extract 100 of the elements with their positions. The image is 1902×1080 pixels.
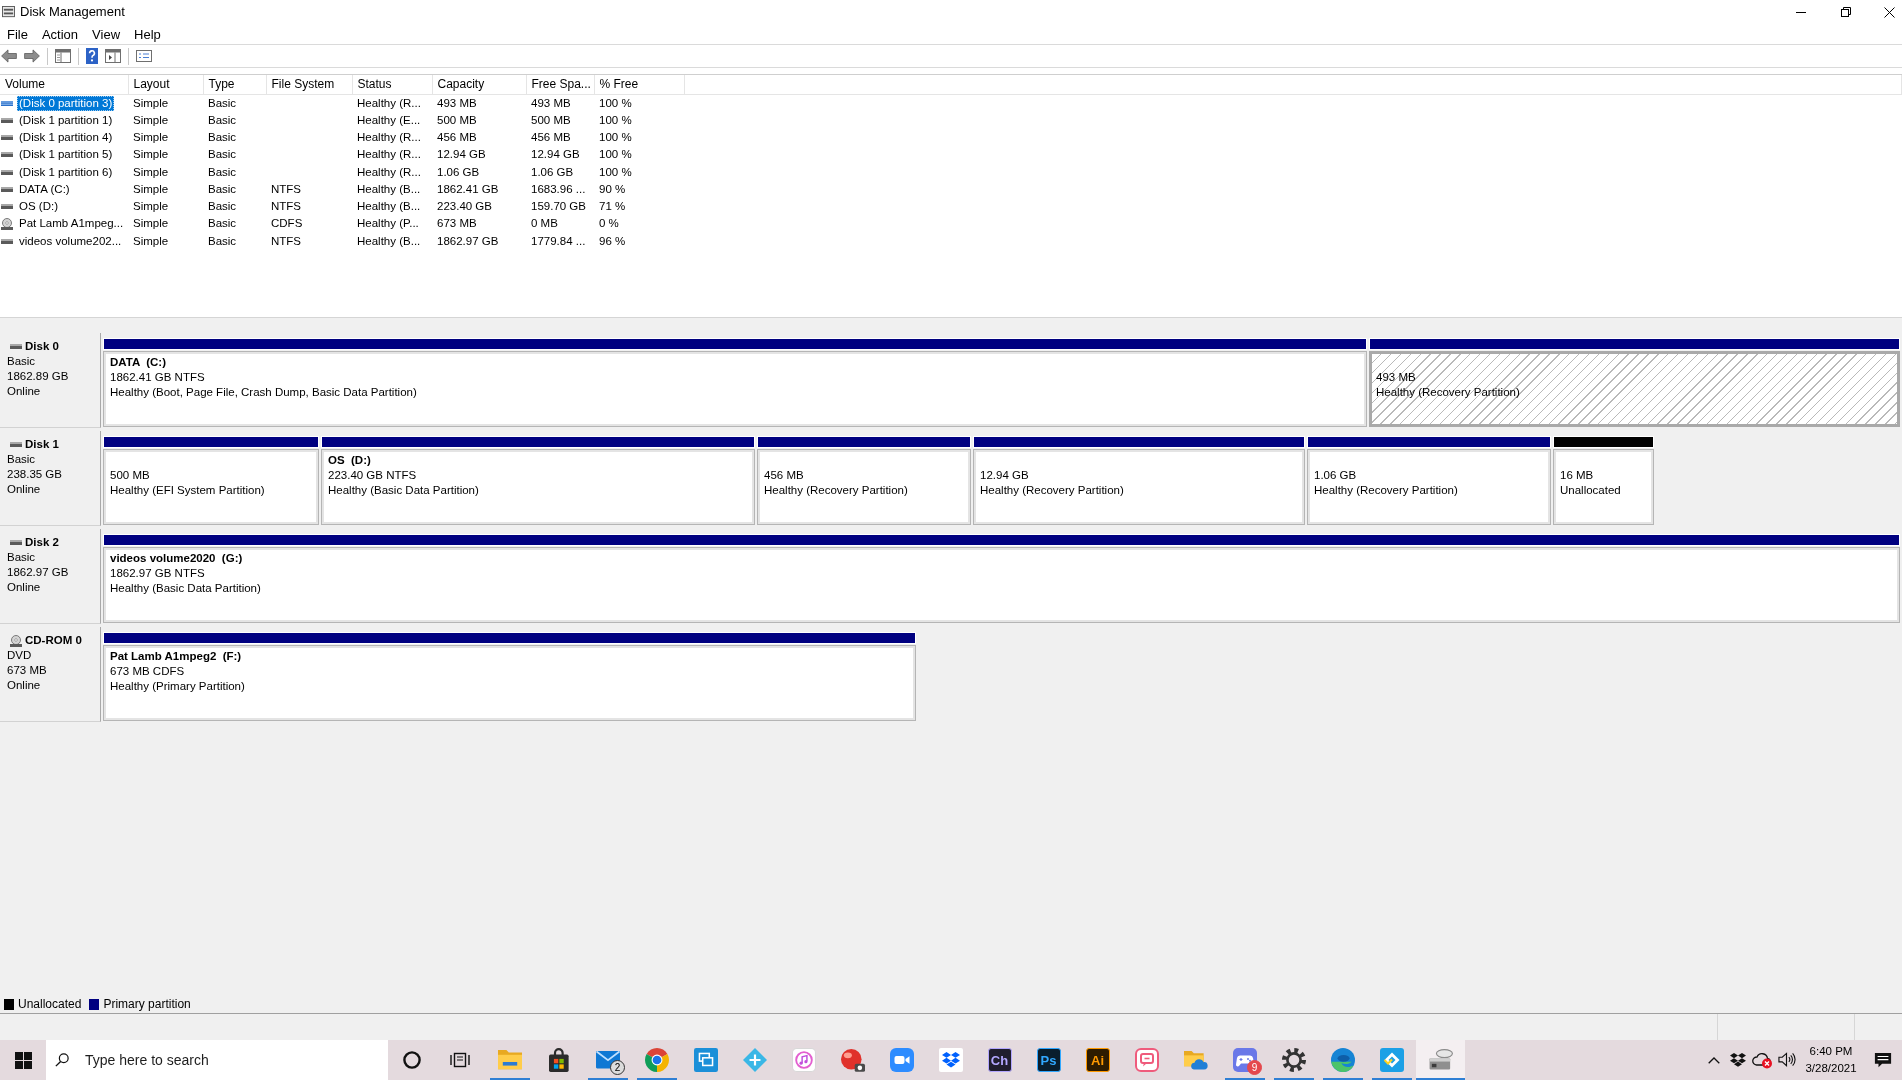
chevron-up-icon[interactable] <box>1708 1056 1720 1064</box>
table-cell-text: Basic <box>207 233 238 249</box>
partition-panel[interactable]: 1.06 GB Healthy (Recovery Partition) <box>1307 449 1551 525</box>
menu-item[interactable]: View <box>85 25 128 43</box>
partition-panel[interactable]: OS (D:) 223.40 GB NTFS Healthy (Basic Data Partition) <box>321 449 755 525</box>
legend-label: Primary partition <box>103 997 191 1012</box>
table-cell-text: Healthy (B... <box>356 233 422 249</box>
volume-name[interactable]: (Disk 0 partition 3) <box>17 95 115 111</box>
column-header[interactable]: Status <box>352 75 432 94</box>
taskbar-button[interactable]: Ch <box>975 1040 1024 1080</box>
diamond-icon <box>742 1048 767 1072</box>
table-cell-text: Simple <box>132 199 170 214</box>
table-cell-text: 1.06 GB <box>530 164 575 180</box>
partition-size: 456 MB <box>764 468 805 483</box>
minimize-icon[interactable] <box>1795 11 1806 13</box>
table-cell-text: NTFS <box>270 181 303 197</box>
help-icon[interactable] <box>86 48 98 64</box>
list-window-icon[interactable] <box>136 50 152 62</box>
partition-panel[interactable]: 493 MB Healthy (Recovery Partition) <box>1369 351 1900 427</box>
volume-name[interactable]: OS (D:) <box>17 199 60 215</box>
disk-status: Online <box>7 384 42 399</box>
table-cell: 100 % <box>594 94 684 112</box>
partition-panel[interactable]: Pat Lamb A1mpeg2 (F:) 673 MB CDFS Healthy (Primary Partition) <box>103 645 916 721</box>
table-cell-text: 456 MB <box>530 130 572 145</box>
table-cell-text: Simple <box>132 233 170 249</box>
volume-name[interactable]: videos volume202... <box>17 233 124 249</box>
settings-icon <box>1281 1048 1306 1072</box>
volume-name[interactable]: DATA (C:) <box>17 181 72 197</box>
partition-panel[interactable]: 456 MB Healthy (Recovery Partition) <box>757 449 971 525</box>
taskbar-button[interactable]: Ai <box>1073 1040 1122 1080</box>
swirl-icon <box>1330 1048 1355 1072</box>
diamond-cluster-icon[interactable] <box>1730 1053 1746 1067</box>
table-cell-text: Healthy (R... <box>356 164 422 180</box>
ring-icon[interactable] <box>402 1051 421 1069</box>
table-cell-text: Simple <box>132 112 170 128</box>
notification-count: 9 <box>1247 1060 1262 1075</box>
table-cell-text: Simple <box>132 147 170 163</box>
four-panes-icon[interactable] <box>14 1051 32 1069</box>
table-cell-text: 159.70 GB <box>530 199 587 214</box>
menu-item[interactable]: Help <box>127 25 168 43</box>
partition-size: 1862.41 GB NTFS <box>110 370 206 385</box>
restore-icon[interactable] <box>1840 7 1851 17</box>
arrow-right-icon[interactable] <box>24 49 40 63</box>
drive-icon <box>1 100 13 106</box>
speaker-icon[interactable] <box>1777 1052 1795 1068</box>
volume-name[interactable]: (Disk 1 partition 4) <box>17 130 115 146</box>
disk-type: Basic <box>7 354 37 369</box>
stacked-panes-icon[interactable] <box>450 1051 470 1069</box>
partition-panel[interactable]: 12.94 GB Healthy (Recovery Partition) <box>973 449 1305 525</box>
table-cell-text: Basic <box>207 181 238 197</box>
partition-panel[interactable]: DATA (C:) 1862.41 GB NTFS Healthy (Boot, Page File, Crash Dump, Basic Data Partition) <box>103 351 1367 427</box>
table-cell-text: Simple <box>132 130 170 145</box>
taskbar-button[interactable]: Ps <box>1024 1040 1073 1080</box>
drive-icon <box>1 135 13 141</box>
folder-icon <box>497 1050 522 1070</box>
cloud-error-icon[interactable] <box>1752 1051 1772 1069</box>
column-header[interactable]: Volume <box>0 75 128 94</box>
column-header[interactable]: Layout <box>128 75 203 94</box>
column-header[interactable]: Capacity <box>432 75 526 94</box>
column-header[interactable]: % Free <box>594 75 684 94</box>
volume-name[interactable]: (Disk 1 partition 6) <box>17 164 115 180</box>
partition-size: 223.40 GB NTFS <box>328 468 418 483</box>
table-cell: Simple <box>128 94 203 112</box>
table-cell-text: Healthy (B... <box>356 181 422 197</box>
disk-status: Online <box>7 580 42 595</box>
column-header[interactable]: Free Spa... <box>526 75 594 94</box>
partition-panel[interactable]: 500 MB Healthy (EFI System Partition) <box>103 449 319 525</box>
music-note-icon <box>791 1048 816 1072</box>
table-cell-text: 1779.84 ... <box>530 233 587 249</box>
drive-icon <box>10 442 22 447</box>
volume-name[interactable]: Pat Lamb A1mpeg... <box>17 216 126 232</box>
drive-icon <box>1 186 13 192</box>
window-panes-icon[interactable] <box>55 49 71 63</box>
notification-icon[interactable] <box>1874 1051 1892 1069</box>
table-cell-text: 1683.96 ... <box>530 181 587 197</box>
column-header[interactable]: Type <box>203 75 266 94</box>
column-header[interactable]: File System <box>266 75 352 94</box>
menu-item[interactable]: File <box>0 25 35 43</box>
close-icon[interactable] <box>1884 6 1895 18</box>
table-cell-text: 100 % <box>598 147 633 163</box>
menu-item[interactable]: Action <box>34 25 86 43</box>
partition-size: 1.06 GB <box>1314 468 1358 483</box>
disk-name: Disk 2 <box>25 535 59 550</box>
envelope-icon <box>595 1051 620 1069</box>
search-field[interactable]: Type here to search <box>46 1040 388 1080</box>
table-cell-text: Healthy (R... <box>356 147 422 163</box>
table-cell-text: Basic <box>207 216 238 232</box>
partition-status: Healthy (EFI System Partition) <box>110 483 266 498</box>
partition-panel[interactable]: videos volume2020 (G:) 1862.97 GB NTFS Healthy (Basic Data Partition) <box>103 547 1900 623</box>
table-cell-text: 223.40 GB <box>436 199 493 214</box>
cloud-folder-icon <box>1183 1050 1208 1070</box>
game-controller-icon <box>1232 1048 1257 1072</box>
volume-name[interactable]: (Disk 1 partition 1) <box>17 112 115 128</box>
arrow-left-icon[interactable] <box>1 49 17 63</box>
partition-status: Healthy (Recovery Partition) <box>1376 385 1521 400</box>
window-sidebar-icon[interactable] <box>105 49 121 63</box>
partition-status: Healthy (Basic Data Partition) <box>328 483 480 498</box>
volume-name[interactable]: (Disk 1 partition 5) <box>17 147 115 163</box>
partition-panel[interactable]: 16 MB Unallocated <box>1553 449 1654 525</box>
table-cell-text: 0 % <box>598 216 620 232</box>
